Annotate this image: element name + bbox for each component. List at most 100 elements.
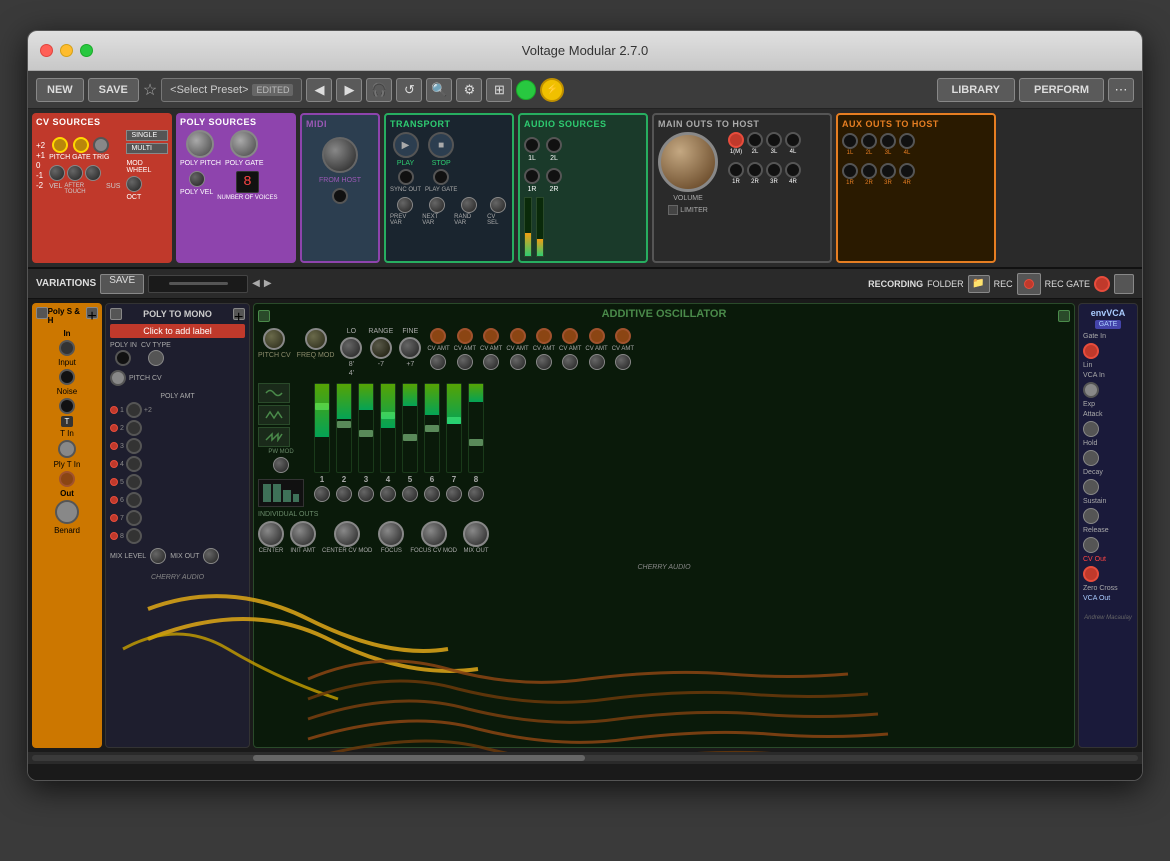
harm-knob-4[interactable]: [380, 486, 396, 502]
env-vca-in-jack[interactable]: [1083, 382, 1099, 398]
next-arrow[interactable]: ▶: [264, 278, 272, 289]
multi-button[interactable]: MULTI: [126, 143, 168, 154]
wave-tri-btn[interactable]: [258, 405, 290, 425]
mix-out-main-knob[interactable]: [463, 521, 489, 547]
main-out-1r-jack[interactable]: [728, 162, 744, 178]
minimize-button[interactable]: [60, 44, 73, 57]
loop-icon[interactable]: ↺: [396, 78, 422, 102]
fader-4[interactable]: [380, 383, 396, 473]
sus-knob[interactable]: [85, 165, 101, 181]
init-amt-knob[interactable]: [290, 521, 316, 547]
main-out-3r-jack[interactable]: [766, 162, 782, 178]
cv-jack-3[interactable]: [483, 328, 499, 344]
poly-pitch-knob[interactable]: [186, 130, 214, 158]
aux-4l-jack[interactable]: [899, 133, 915, 149]
prev-var-knob[interactable]: [397, 197, 413, 213]
module-add-btn[interactable]: +: [86, 307, 98, 319]
scrollbar-track[interactable]: [32, 755, 1138, 761]
cv-amt-knob-5[interactable]: [536, 354, 552, 370]
lo-knob[interactable]: [340, 337, 362, 359]
ptm-1-jack[interactable]: [126, 402, 142, 418]
rand-var-knob[interactable]: [461, 197, 477, 213]
sh-in-jack[interactable]: [59, 340, 75, 356]
focus-cv-mod-knob[interactable]: [421, 521, 447, 547]
aftertouch-knob[interactable]: [67, 165, 83, 181]
stop-button[interactable]: ■: [428, 132, 454, 158]
cv-amt-knob-7[interactable]: [589, 354, 605, 370]
maximize-button[interactable]: [80, 44, 93, 57]
ptm-3-jack[interactable]: [126, 438, 142, 454]
cv-amt-knob-8[interactable]: [615, 354, 631, 370]
poly-gate-knob[interactable]: [230, 130, 258, 158]
fine-knob[interactable]: [399, 337, 421, 359]
audio-2l-jack[interactable]: [546, 137, 562, 153]
aux-4r-jack[interactable]: [899, 163, 915, 179]
cv-jack-2[interactable]: [457, 328, 473, 344]
pitch-jack[interactable]: [52, 137, 68, 153]
cv-amt-knob-1[interactable]: [430, 354, 446, 370]
variations-save-button[interactable]: SAVE: [100, 274, 144, 294]
harm-knob-5[interactable]: [402, 486, 418, 502]
audio-1l-jack[interactable]: [524, 137, 540, 153]
cv-jack-8[interactable]: [615, 328, 631, 344]
rec-icon-button[interactable]: [1017, 273, 1041, 295]
env-hold-knob[interactable]: [1083, 450, 1099, 466]
preset-selector[interactable]: <Select Preset> EDITED: [161, 78, 302, 102]
close-button[interactable]: [40, 44, 53, 57]
more-options-icon[interactable]: ⋯: [1108, 78, 1134, 102]
t-in-jack[interactable]: [58, 440, 76, 458]
pitch-cv-main-knob[interactable]: [263, 328, 285, 350]
fader-7[interactable]: [446, 383, 462, 473]
env-attack-knob[interactable]: [1083, 421, 1099, 437]
limiter-checkbox[interactable]: [668, 205, 678, 215]
ptm-6-jack[interactable]: [126, 492, 142, 508]
main-out-2l-jack[interactable]: [747, 132, 763, 148]
forward-button[interactable]: ▶: [336, 78, 362, 102]
rec-options-button[interactable]: [1114, 274, 1134, 294]
mod-wheel-knob[interactable]: [126, 176, 142, 192]
env-sustain-knob[interactable]: [1083, 508, 1099, 524]
ptm-5-jack[interactable]: [126, 474, 142, 490]
fader-6[interactable]: [424, 383, 440, 473]
single-button[interactable]: SINGLE: [126, 130, 168, 141]
ptm-cv-type-knob[interactable]: [148, 350, 164, 366]
perform-button[interactable]: PERFORM: [1019, 78, 1104, 102]
cv-jack-4[interactable]: [510, 328, 526, 344]
cv-amt-knob-6[interactable]: [562, 354, 578, 370]
audio-2r-jack[interactable]: [546, 168, 562, 184]
range-knob[interactable]: [370, 337, 392, 359]
harm-knob-6[interactable]: [424, 486, 440, 502]
cv-sel-knob[interactable]: [490, 197, 506, 213]
recording-folder-button[interactable]: 📁: [968, 275, 990, 293]
library-button[interactable]: LIBRARY: [937, 78, 1015, 102]
main-out-2r-jack[interactable]: [747, 162, 763, 178]
scrollbar-thumb[interactable]: [253, 755, 585, 761]
pitch-cv-jack[interactable]: [110, 370, 126, 386]
mix-out-knob[interactable]: [203, 548, 219, 564]
fader-3[interactable]: [358, 383, 374, 473]
click-to-add-label[interactable]: Click to add label: [110, 324, 245, 338]
ptm-add-btn[interactable]: +: [233, 308, 245, 320]
rec-gate-jack[interactable]: [1094, 276, 1110, 292]
aux-2r-jack[interactable]: [861, 163, 877, 179]
aux-1l-jack[interactable]: [842, 133, 858, 149]
additive-collapse-btn[interactable]: [258, 310, 270, 322]
wave-sine-btn[interactable]: [258, 383, 290, 403]
center-knob[interactable]: [258, 521, 284, 547]
next-var-knob[interactable]: [429, 197, 445, 213]
aux-2l-jack[interactable]: [861, 133, 877, 149]
ply-t-in-jack[interactable]: [59, 471, 75, 487]
sync-out-jack[interactable]: [398, 169, 414, 185]
save-button[interactable]: SAVE: [88, 78, 139, 102]
cv-jack-5[interactable]: [536, 328, 552, 344]
cv-amt-knob-2[interactable]: [457, 354, 473, 370]
focus-knob[interactable]: [378, 521, 404, 547]
ptm-8-jack[interactable]: [126, 528, 142, 544]
aux-3r-jack[interactable]: [880, 163, 896, 179]
env-gate-in-jack[interactable]: [1083, 343, 1099, 359]
cv-amt-knob-3[interactable]: [483, 354, 499, 370]
fader-8[interactable]: [468, 383, 484, 473]
main-out-1m-jack[interactable]: [728, 132, 744, 148]
vel-knob[interactable]: [49, 165, 65, 181]
cv-jack-6[interactable]: [562, 328, 578, 344]
